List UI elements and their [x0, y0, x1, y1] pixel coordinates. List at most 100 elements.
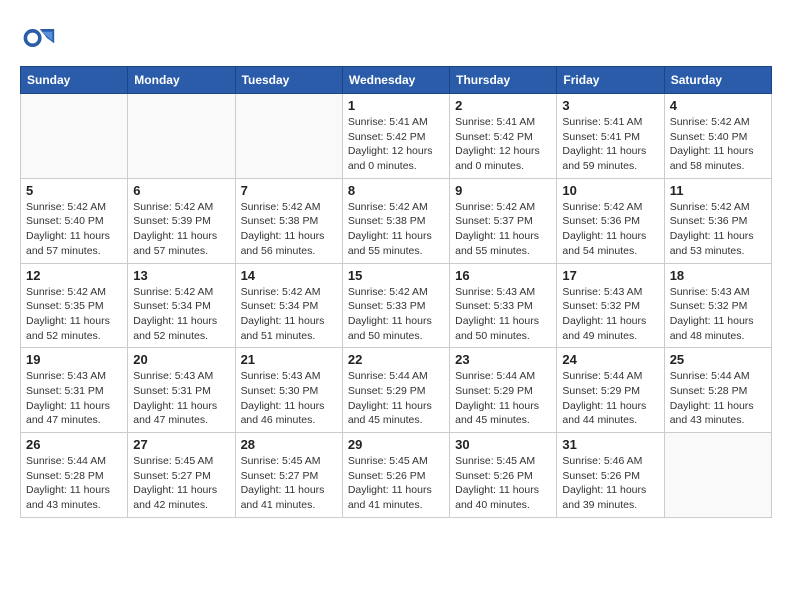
calendar-week-row: 26 Sunrise: 5:44 AM Sunset: 5:28 PM Dayli…: [21, 433, 772, 518]
day-info: Sunrise: 5:42 AM Sunset: 5:36 PM Dayligh…: [562, 200, 658, 259]
logo: [20, 20, 60, 56]
day-info: Sunrise: 5:45 AM Sunset: 5:26 PM Dayligh…: [348, 454, 444, 513]
day-number: 13: [133, 268, 229, 283]
calendar-cell: 3 Sunrise: 5:41 AM Sunset: 5:41 PM Daylig…: [557, 94, 664, 179]
day-info: Sunrise: 5:44 AM Sunset: 5:29 PM Dayligh…: [348, 369, 444, 428]
day-info: Sunrise: 5:42 AM Sunset: 5:38 PM Dayligh…: [241, 200, 337, 259]
calendar-cell: 28 Sunrise: 5:45 AM Sunset: 5:27 PM Dayli…: [235, 433, 342, 518]
day-info: Sunrise: 5:42 AM Sunset: 5:38 PM Dayligh…: [348, 200, 444, 259]
day-info: Sunrise: 5:41 AM Sunset: 5:42 PM Dayligh…: [455, 115, 551, 174]
day-number: 26: [26, 437, 122, 452]
day-info: Sunrise: 5:46 AM Sunset: 5:26 PM Dayligh…: [562, 454, 658, 513]
day-number: 1: [348, 98, 444, 113]
calendar-cell: 30 Sunrise: 5:45 AM Sunset: 5:26 PM Dayli…: [450, 433, 557, 518]
calendar-cell: 5Sunrise: 5:42 AM Sunset: 5:40 PM Daylig…: [21, 178, 128, 263]
calendar-cell: 2 Sunrise: 5:41 AM Sunset: 5:42 PM Daylig…: [450, 94, 557, 179]
calendar-cell: 15Sunrise: 5:42 AM Sunset: 5:33 PM Dayli…: [342, 263, 449, 348]
day-number: 3: [562, 98, 658, 113]
day-number: 12: [26, 268, 122, 283]
day-number: 18: [670, 268, 766, 283]
calendar-cell: 24 Sunrise: 5:44 AM Sunset: 5:29 PM Dayli…: [557, 348, 664, 433]
day-info: Sunrise: 5:42 AM Sunset: 5:39 PM Dayligh…: [133, 200, 229, 259]
calendar-cell: [128, 94, 235, 179]
day-info: Sunrise: 5:42 AM Sunset: 5:34 PM Dayligh…: [241, 285, 337, 344]
day-number: 14: [241, 268, 337, 283]
weekday-header-row: SundayMondayTuesdayWednesdayThursdayFrid…: [21, 67, 772, 94]
day-info: Sunrise: 5:43 AM Sunset: 5:31 PM Dayligh…: [26, 369, 122, 428]
calendar-week-row: 5Sunrise: 5:42 AM Sunset: 5:40 PM Daylig…: [21, 178, 772, 263]
calendar-cell: 12 Sunrise: 5:42 AM Sunset: 5:35 PM Dayli…: [21, 263, 128, 348]
day-number: 10: [562, 183, 658, 198]
weekday-header-wednesday: Wednesday: [342, 67, 449, 94]
calendar-table: SundayMondayTuesdayWednesdayThursdayFrid…: [20, 66, 772, 518]
calendar-cell: 20 Sunrise: 5:43 AM Sunset: 5:31 PM Dayli…: [128, 348, 235, 433]
day-number: 19: [26, 352, 122, 367]
calendar-cell: 1 Sunrise: 5:41 AM Sunset: 5:42 PM Daylig…: [342, 94, 449, 179]
day-number: 22: [348, 352, 444, 367]
day-info: Sunrise: 5:44 AM Sunset: 5:28 PM Dayligh…: [26, 454, 122, 513]
day-info: Sunrise: 5:44 AM Sunset: 5:29 PM Dayligh…: [562, 369, 658, 428]
calendar-cell: 10 Sunrise: 5:42 AM Sunset: 5:36 PM Dayli…: [557, 178, 664, 263]
calendar-cell: 6Sunrise: 5:42 AM Sunset: 5:39 PM Daylig…: [128, 178, 235, 263]
weekday-header-saturday: Saturday: [664, 67, 771, 94]
calendar-cell: 8Sunrise: 5:42 AM Sunset: 5:38 PM Daylig…: [342, 178, 449, 263]
calendar-cell: [235, 94, 342, 179]
day-info: Sunrise: 5:42 AM Sunset: 5:37 PM Dayligh…: [455, 200, 551, 259]
day-number: 29: [348, 437, 444, 452]
day-info: Sunrise: 5:44 AM Sunset: 5:28 PM Dayligh…: [670, 369, 766, 428]
calendar-cell: 29 Sunrise: 5:45 AM Sunset: 5:26 PM Dayli…: [342, 433, 449, 518]
day-info: Sunrise: 5:45 AM Sunset: 5:27 PM Dayligh…: [133, 454, 229, 513]
day-number: 4: [670, 98, 766, 113]
calendar-cell: 27Sunrise: 5:45 AM Sunset: 5:27 PM Dayli…: [128, 433, 235, 518]
day-info: Sunrise: 5:42 AM Sunset: 5:40 PM Dayligh…: [26, 200, 122, 259]
day-number: 9: [455, 183, 551, 198]
day-info: Sunrise: 5:43 AM Sunset: 5:31 PM Dayligh…: [133, 369, 229, 428]
calendar-cell: 26 Sunrise: 5:44 AM Sunset: 5:28 PM Dayli…: [21, 433, 128, 518]
day-number: 2: [455, 98, 551, 113]
day-info: Sunrise: 5:42 AM Sunset: 5:36 PM Dayligh…: [670, 200, 766, 259]
day-number: 24: [562, 352, 658, 367]
calendar-week-row: 12 Sunrise: 5:42 AM Sunset: 5:35 PM Dayli…: [21, 263, 772, 348]
weekday-header-friday: Friday: [557, 67, 664, 94]
calendar-cell: 18Sunrise: 5:43 AM Sunset: 5:32 PM Dayli…: [664, 263, 771, 348]
day-number: 7: [241, 183, 337, 198]
calendar-cell: 25 Sunrise: 5:44 AM Sunset: 5:28 PM Dayli…: [664, 348, 771, 433]
day-info: Sunrise: 5:42 AM Sunset: 5:34 PM Dayligh…: [133, 285, 229, 344]
day-info: Sunrise: 5:42 AM Sunset: 5:35 PM Dayligh…: [26, 285, 122, 344]
day-info: Sunrise: 5:43 AM Sunset: 5:32 PM Dayligh…: [562, 285, 658, 344]
weekday-header-monday: Monday: [128, 67, 235, 94]
calendar-cell: 14 Sunrise: 5:42 AM Sunset: 5:34 PM Dayli…: [235, 263, 342, 348]
calendar-cell: 21Sunrise: 5:43 AM Sunset: 5:30 PM Dayli…: [235, 348, 342, 433]
day-number: 17: [562, 268, 658, 283]
calendar-cell: 11Sunrise: 5:42 AM Sunset: 5:36 PM Dayli…: [664, 178, 771, 263]
calendar-cell: 4Sunrise: 5:42 AM Sunset: 5:40 PM Daylig…: [664, 94, 771, 179]
calendar-week-row: 1 Sunrise: 5:41 AM Sunset: 5:42 PM Daylig…: [21, 94, 772, 179]
day-info: Sunrise: 5:41 AM Sunset: 5:41 PM Dayligh…: [562, 115, 658, 174]
calendar-week-row: 19 Sunrise: 5:43 AM Sunset: 5:31 PM Dayli…: [21, 348, 772, 433]
day-number: 30: [455, 437, 551, 452]
calendar-cell: 13 Sunrise: 5:42 AM Sunset: 5:34 PM Dayli…: [128, 263, 235, 348]
day-info: Sunrise: 5:41 AM Sunset: 5:42 PM Dayligh…: [348, 115, 444, 174]
day-info: Sunrise: 5:43 AM Sunset: 5:33 PM Dayligh…: [455, 285, 551, 344]
day-number: 28: [241, 437, 337, 452]
calendar-cell: 23 Sunrise: 5:44 AM Sunset: 5:29 PM Dayli…: [450, 348, 557, 433]
day-info: Sunrise: 5:44 AM Sunset: 5:29 PM Dayligh…: [455, 369, 551, 428]
day-info: Sunrise: 5:42 AM Sunset: 5:33 PM Dayligh…: [348, 285, 444, 344]
weekday-header-thursday: Thursday: [450, 67, 557, 94]
day-info: Sunrise: 5:45 AM Sunset: 5:26 PM Dayligh…: [455, 454, 551, 513]
calendar-cell: 17 Sunrise: 5:43 AM Sunset: 5:32 PM Dayli…: [557, 263, 664, 348]
day-info: Sunrise: 5:45 AM Sunset: 5:27 PM Dayligh…: [241, 454, 337, 513]
weekday-header-tuesday: Tuesday: [235, 67, 342, 94]
day-number: 25: [670, 352, 766, 367]
day-number: 21: [241, 352, 337, 367]
day-number: 23: [455, 352, 551, 367]
calendar-cell: 19 Sunrise: 5:43 AM Sunset: 5:31 PM Dayli…: [21, 348, 128, 433]
calendar-cell: 7 Sunrise: 5:42 AM Sunset: 5:38 PM Daylig…: [235, 178, 342, 263]
weekday-header-sunday: Sunday: [21, 67, 128, 94]
logo-icon: [20, 20, 56, 56]
calendar-cell: [664, 433, 771, 518]
day-number: 20: [133, 352, 229, 367]
calendar-cell: 9 Sunrise: 5:42 AM Sunset: 5:37 PM Daylig…: [450, 178, 557, 263]
calendar-cell: [21, 94, 128, 179]
calendar-cell: 22 Sunrise: 5:44 AM Sunset: 5:29 PM Dayli…: [342, 348, 449, 433]
